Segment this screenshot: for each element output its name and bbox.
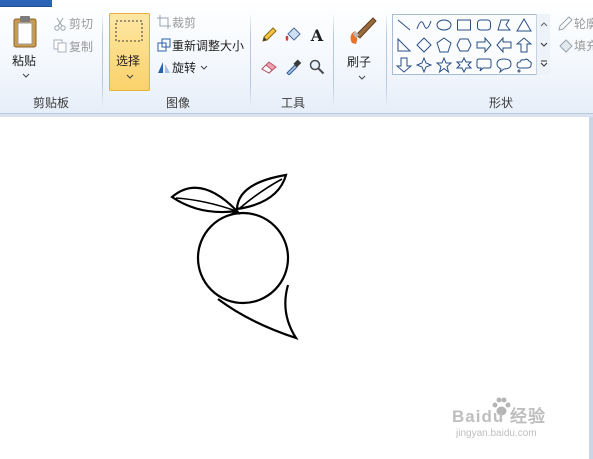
peach-tip [217, 284, 299, 341]
rounded-rectangle-shape[interactable] [475, 16, 493, 34]
crop-button[interactable] [154, 12, 174, 32]
rotate-button[interactable] [154, 57, 174, 77]
four-point-star-shape[interactable] [415, 56, 433, 74]
brushes-button[interactable]: 刷子 [341, 14, 381, 84]
copy-icon [53, 39, 67, 53]
color-picker-tool[interactable] [283, 57, 303, 77]
resize-button[interactable] [154, 35, 174, 55]
chevron-down-icon[interactable] [22, 73, 30, 78]
shapes-group-label: 形状 [488, 96, 513, 110]
cut-button[interactable] [50, 14, 70, 34]
resize-icon [157, 38, 171, 52]
magnifier-icon [309, 59, 325, 75]
group-separator [386, 12, 387, 108]
group-separator [102, 12, 103, 108]
file-menu-tab[interactable] [0, 0, 52, 7]
pencil-tool[interactable] [259, 25, 279, 45]
watermark-brand: Baidu 经验 [452, 407, 546, 426]
oval-callout-shape[interactable] [495, 56, 513, 74]
fill-bucket-icon [285, 27, 301, 41]
left-arrow-shape[interactable] [495, 36, 513, 54]
triangle-shape[interactable] [515, 16, 533, 34]
scissors-icon [54, 17, 66, 31]
chevron-down-icon[interactable] [200, 65, 208, 70]
text-icon: A [310, 25, 324, 45]
five-point-star-shape[interactable] [435, 56, 453, 74]
pentagon-shape[interactable] [435, 36, 453, 54]
crop-icon [157, 15, 171, 29]
down-arrow-shape[interactable] [395, 56, 413, 74]
crop-label[interactable]: 裁剪 [172, 14, 196, 31]
hexagon-shape[interactable] [455, 36, 473, 54]
group-separator [250, 12, 251, 108]
scroll-down-button[interactable] [537, 34, 550, 54]
select-label: 选择 [116, 54, 141, 68]
fill-icon [559, 39, 573, 53]
curve-shape[interactable] [415, 16, 433, 34]
baidu-watermark: Baidu 经验 jingyan.baidu.com [452, 396, 592, 446]
outline-button[interactable] [555, 14, 575, 34]
up-arrow-shape[interactable] [515, 36, 533, 54]
right-arrow-shape[interactable] [475, 36, 493, 54]
rounded-callout-shape[interactable] [475, 56, 493, 74]
brush-icon [350, 17, 377, 44]
select-button[interactable]: 选择 [109, 13, 150, 91]
chevron-up-icon [540, 21, 547, 26]
eraser-tool[interactable] [259, 57, 279, 77]
text-tool[interactable]: A [307, 25, 327, 45]
chevron-down-icon [540, 42, 547, 47]
outline-label[interactable]: 轮廓 [574, 15, 593, 32]
shapes-scroll[interactable] [536, 14, 550, 75]
diamond-shape[interactable] [415, 36, 433, 54]
right-triangle-shape[interactable] [395, 36, 413, 54]
selection-rectangle-icon [115, 20, 143, 42]
fill-button[interactable] [555, 36, 575, 56]
pencil-icon [262, 27, 277, 42]
copy-label[interactable]: 复制 [69, 38, 93, 55]
image-group-label: 图像 [165, 96, 190, 110]
chevron-down-icon [358, 75, 366, 80]
resize-label[interactable]: 重新调整大小 [172, 37, 244, 54]
eraser-icon [261, 61, 277, 74]
fill-label[interactable]: 填充 [574, 37, 593, 54]
clipboard-icon [13, 16, 37, 48]
fill-tool[interactable] [283, 25, 303, 45]
chevron-down-icon [126, 74, 134, 79]
rotate-icon [158, 62, 170, 73]
clipboard-group-label: 剪贴板 [32, 96, 69, 110]
color-picker-icon [286, 59, 301, 75]
ribbon: 粘贴 剪切 复制 剪贴板 选择 裁剪 重新调整大小 旋转 图像 A 工具 刷子 … [0, 0, 593, 114]
brushes-label: 刷子 [347, 55, 372, 69]
paste-label[interactable]: 粘贴 [12, 52, 36, 69]
oval-shape[interactable] [435, 16, 453, 34]
expand-icon [540, 60, 547, 67]
six-point-star-shape[interactable] [455, 56, 473, 74]
cloud-callout-shape[interactable] [515, 56, 533, 74]
group-separator [333, 12, 334, 108]
shapes-gallery [392, 14, 550, 75]
cut-label[interactable]: 剪切 [69, 15, 93, 32]
tools-group-label: 工具 [280, 96, 305, 110]
scroll-up-button[interactable] [537, 14, 550, 34]
copy-button[interactable] [50, 36, 70, 56]
rectangle-shape[interactable] [455, 16, 473, 34]
polygon-shape[interactable] [495, 16, 513, 34]
watermark-url: jingyan.baidu.com [456, 428, 537, 439]
magnifier-tool[interactable] [307, 57, 327, 77]
expand-gallery-button[interactable] [537, 54, 550, 74]
line-shape[interactable] [395, 16, 413, 34]
paste-button[interactable] [9, 14, 41, 80]
rotate-label[interactable]: 旋转 [172, 59, 196, 76]
outline-icon [558, 16, 573, 31]
peach-body [196, 211, 290, 305]
